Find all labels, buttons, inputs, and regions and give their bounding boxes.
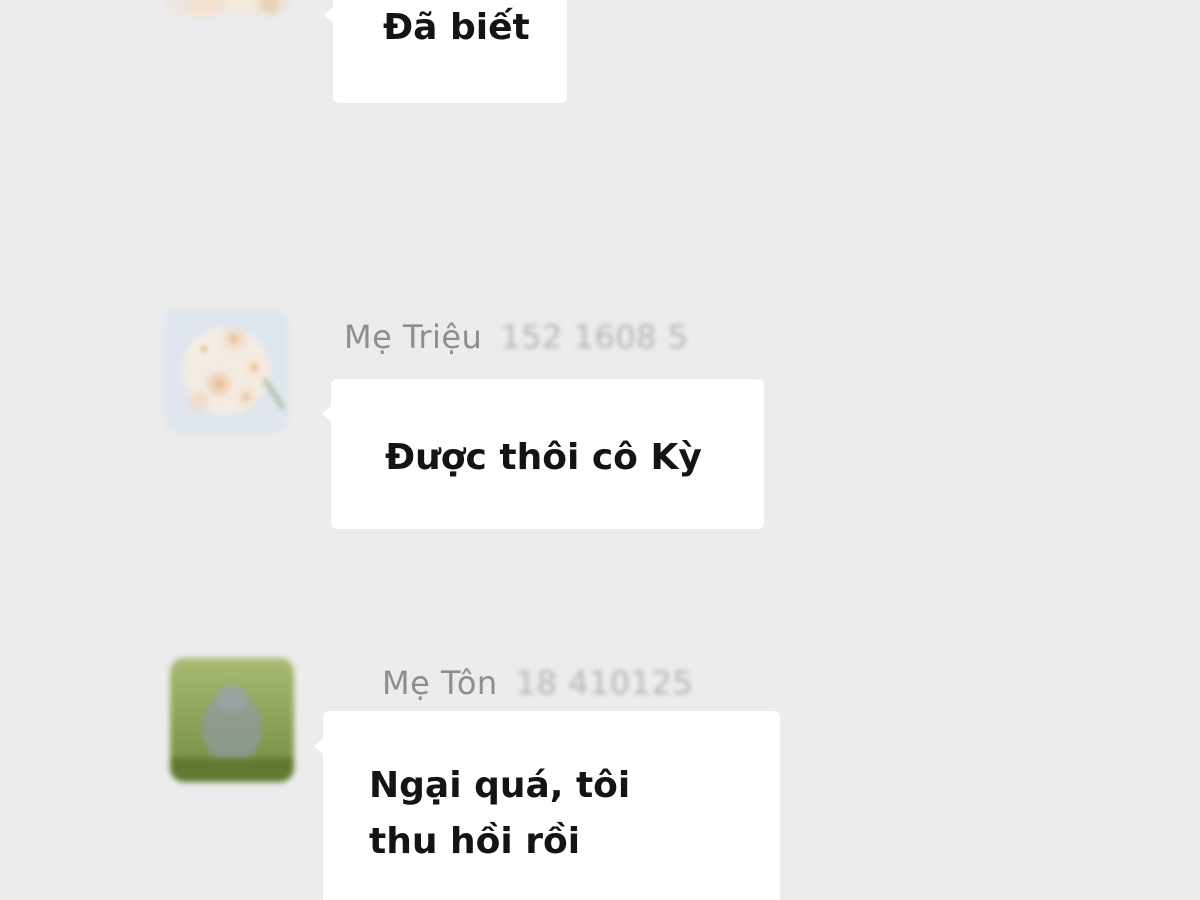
sender-info: Mẹ Triệu 152 1608 5 (344, 318, 689, 356)
chat-message-list: Đã biết Mẹ Triệu 152 1608 5 Được thôi cô … (0, 0, 1200, 900)
message-text: Đã biết (383, 7, 530, 48)
message-bubble[interactable]: Đã biết (324, 0, 567, 103)
cherry-blossom-avatar-icon (164, 309, 288, 433)
message-text: Được thôi cô Kỳ (385, 437, 702, 478)
avatar[interactable] (165, 0, 293, 16)
sender-name: Mẹ Triệu (344, 318, 483, 356)
message-text: Ngại quá, tôi thu hồi rồi (369, 765, 631, 862)
green-landscape-avatar-icon (170, 658, 294, 782)
avatar[interactable] (164, 309, 288, 433)
flower-avatar-icon (165, 0, 293, 16)
message-bubble[interactable]: Được thôi cô Kỳ (322, 379, 764, 529)
sender-phone: 18 410125 (515, 664, 694, 702)
message-bubble[interactable]: Ngại quá, tôi thu hồi rồi (314, 711, 780, 900)
sender-name: Mẹ Tôn (382, 664, 498, 702)
sender-phone: 152 1608 5 (500, 318, 689, 356)
sender-info: Mẹ Tôn 18 410125 (382, 664, 693, 702)
avatar[interactable] (170, 658, 294, 782)
